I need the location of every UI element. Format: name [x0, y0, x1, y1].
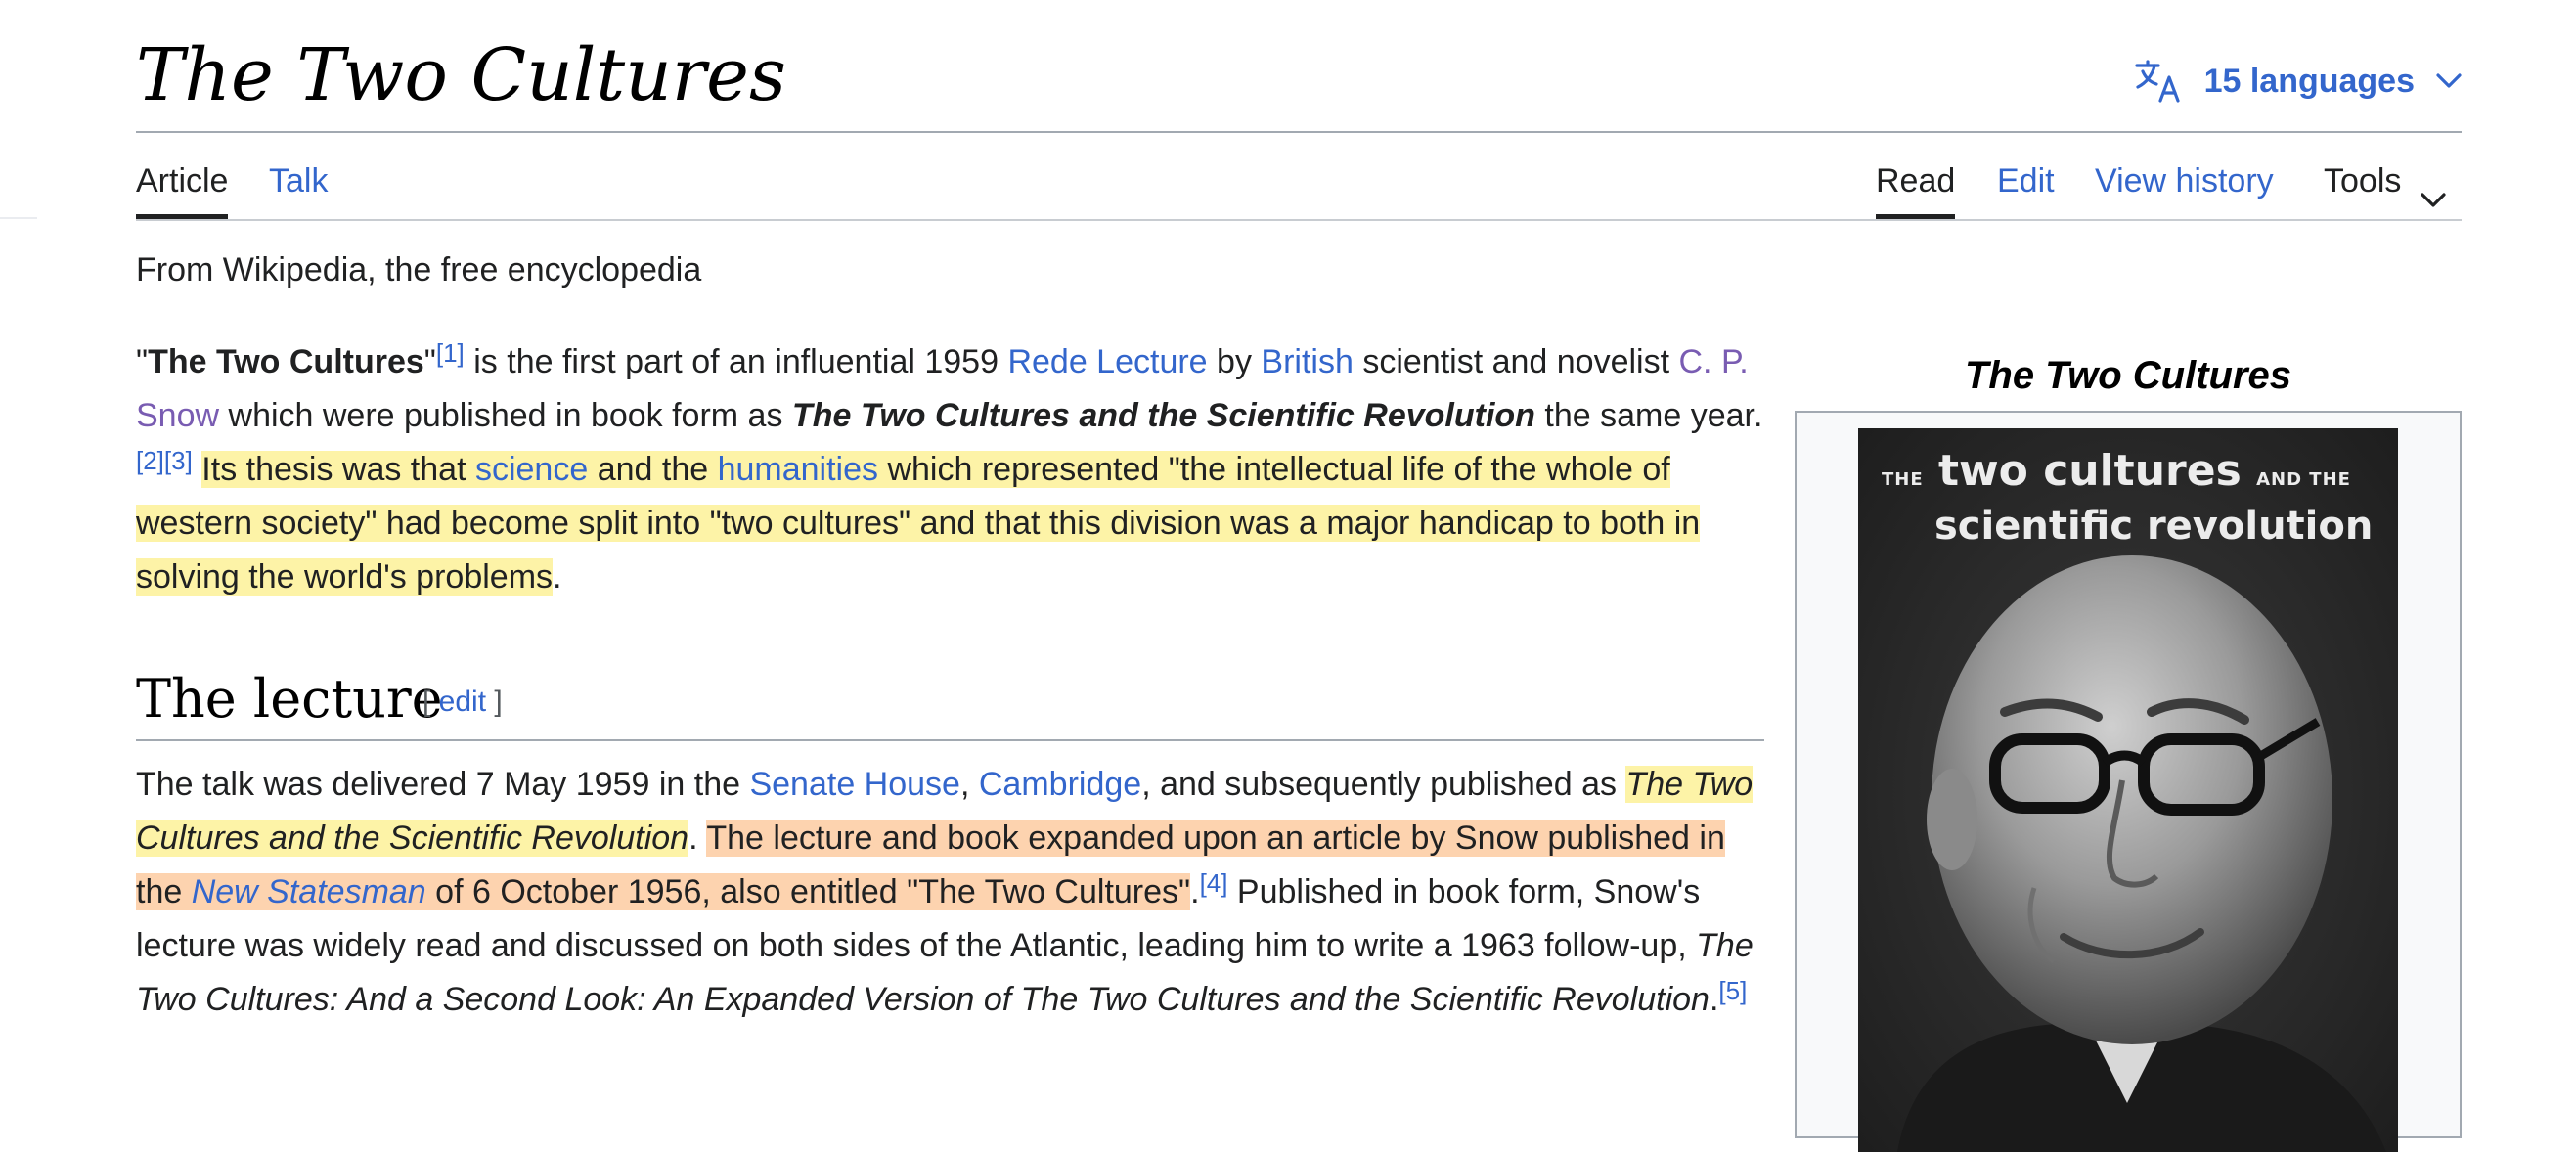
- text: , and subsequently published as: [1141, 766, 1626, 803]
- cover-text: AND THE: [2256, 469, 2351, 490]
- tools-label: Tools: [2324, 162, 2402, 199]
- intro-section: "The Two Cultures"[1] is the first part …: [136, 335, 1764, 604]
- link-new-statesman[interactable]: New Statesman: [192, 873, 426, 910]
- text: which were published in book form as: [219, 397, 792, 434]
- text: .: [688, 820, 707, 857]
- text: [193, 451, 201, 488]
- link-senate-house[interactable]: Senate House: [749, 766, 960, 803]
- bracket: [: [422, 686, 439, 718]
- section-heading: The lecture: [136, 668, 443, 730]
- reference: [2][3]: [136, 446, 193, 475]
- section-header: The lecture [ edit ]: [136, 665, 1764, 741]
- text: Its thesis was that: [201, 451, 475, 488]
- ref-5-link[interactable]: [5]: [1718, 976, 1747, 1005]
- tab-talk[interactable]: Talk: [269, 156, 328, 219]
- cover-title-line2: scientific revolution: [1934, 504, 2374, 549]
- reference: [4]: [1200, 868, 1228, 898]
- ref-2-link[interactable]: [2]: [136, 446, 164, 475]
- sidebar-edge: [0, 217, 37, 219]
- section-edit-link[interactable]: edit: [439, 686, 486, 718]
- text: ": [423, 343, 436, 380]
- link-science[interactable]: science: [475, 451, 588, 488]
- lecture-paragraph: The talk was delivered 7 May 1959 in the…: [136, 758, 1764, 1027]
- link-cambridge[interactable]: Cambridge: [979, 766, 1141, 803]
- text: ,: [959, 766, 979, 803]
- tab-read[interactable]: Read: [1876, 156, 1956, 219]
- ref-1-link[interactable]: [1]: [436, 338, 465, 368]
- link-rede-lecture[interactable]: Rede Lecture: [1007, 343, 1207, 380]
- reference: [5]: [1718, 976, 1747, 1005]
- text: scientist and novelist: [1353, 343, 1679, 380]
- text: is the first part of an influential 1959: [464, 343, 1008, 380]
- text: ": [136, 343, 149, 380]
- section-edit: [ edit ]: [422, 683, 503, 722]
- bracket: ]: [486, 686, 503, 718]
- chevron-down-icon: [2436, 73, 2462, 89]
- article-subject: The Two Cultures: [148, 343, 424, 380]
- link-humanities[interactable]: humanities: [718, 451, 878, 488]
- lecture-section: The talk was delivered 7 May 1959 in the…: [136, 758, 1764, 1027]
- tab-article[interactable]: Article: [136, 156, 229, 219]
- text: and the: [588, 451, 718, 488]
- text: .: [553, 558, 562, 596]
- text: of 6 October 1956, also entitled "The Tw…: [425, 873, 1191, 910]
- page-title: The Two Cultures: [136, 33, 786, 117]
- text: .: [1709, 981, 1719, 1018]
- intro-paragraph: "The Two Cultures"[1] is the first part …: [136, 335, 1764, 604]
- reference: [1]: [436, 338, 465, 368]
- language-label: 15 languages: [2203, 62, 2415, 100]
- cover-text: THE: [1882, 469, 1924, 490]
- page-tabs: Article Talk Read Edit View history Tool…: [136, 156, 2462, 221]
- infobox: THE two cultures AND THE scientific revo…: [1795, 411, 2462, 1152]
- infobox-caption: The Two Cultures: [1964, 354, 2292, 397]
- text: .: [1190, 873, 1200, 910]
- chevron-down-icon: [2421, 173, 2446, 222]
- text: by: [1207, 343, 1262, 380]
- tab-view-history[interactable]: View history: [2095, 156, 2274, 219]
- language-button[interactable]: 15 languages: [2134, 60, 2462, 103]
- cover-text: two cultures: [1923, 446, 2257, 496]
- title-bar: The Two Cultures 15 languages: [136, 33, 2462, 133]
- ref-3-link[interactable]: [3]: [164, 446, 193, 475]
- tools-menu[interactable]: Tools: [2324, 156, 2446, 219]
- site-tagline: From Wikipedia, the free encyclopedia: [136, 251, 702, 288]
- highlighted-thesis: Its thesis was that science and the huma…: [136, 451, 1701, 596]
- ref-4-link[interactable]: [4]: [1200, 868, 1228, 898]
- book-cover-image[interactable]: THE two cultures AND THE scientific revo…: [1858, 428, 2398, 1152]
- translate-icon: [2134, 60, 2183, 103]
- link-british[interactable]: British: [1261, 343, 1353, 380]
- text: the same year.: [1534, 397, 1763, 434]
- text: The talk was delivered 7 May 1959 in the: [136, 766, 750, 803]
- tab-edit[interactable]: Edit: [1997, 156, 2055, 219]
- book-title: The Two Cultures and the Scientific Revo…: [791, 397, 1535, 434]
- cover-title-line1: THE two cultures AND THE: [1882, 450, 2351, 493]
